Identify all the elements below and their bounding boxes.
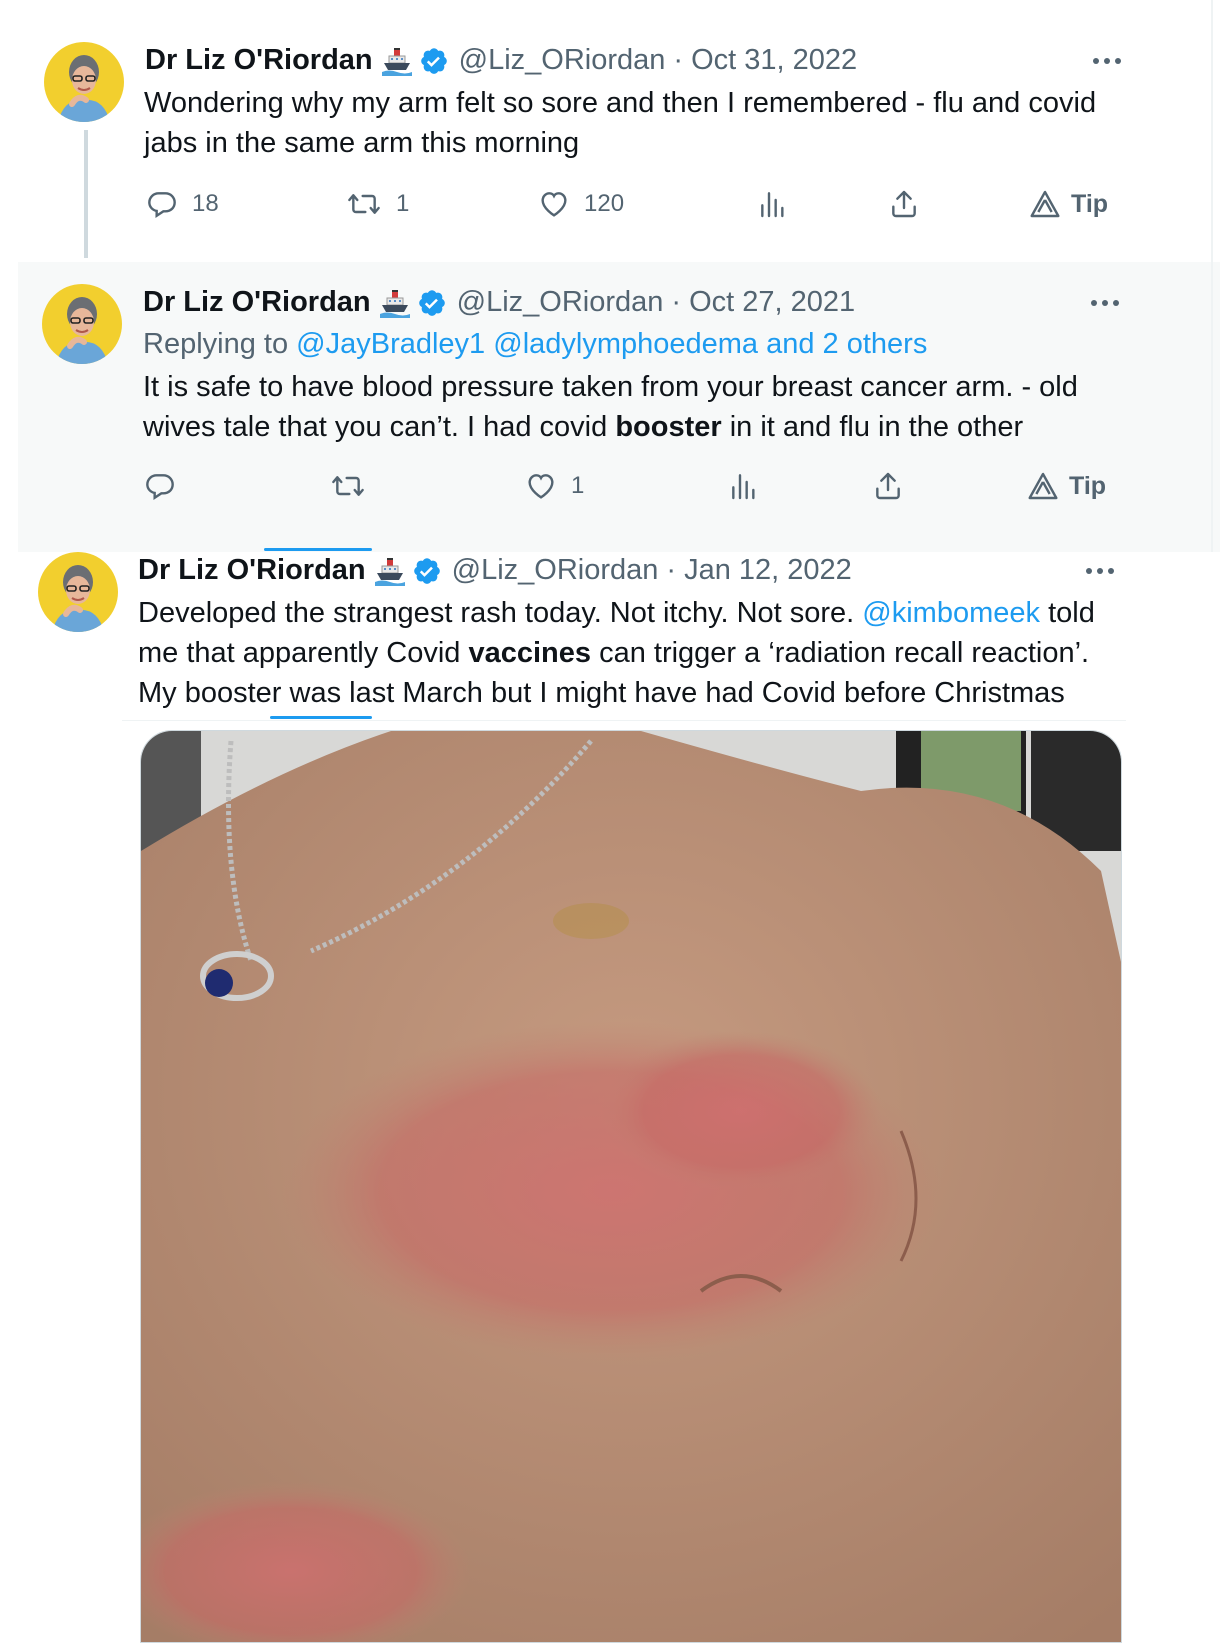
tweet-text: It is safe to have blood pressure taken … bbox=[143, 367, 1193, 447]
author-name[interactable]: Dr Liz O'Riordan bbox=[145, 44, 373, 77]
author-name[interactable]: Dr Liz O'Riordan bbox=[143, 286, 371, 319]
mention-link[interactable]: @JayBradley1 bbox=[296, 328, 485, 360]
text-segment: in it and flu in the other bbox=[721, 411, 1024, 443]
meta-separator: · bbox=[671, 286, 682, 318]
tweet-text-line: me that apparently Covid vaccines can tr… bbox=[138, 633, 1138, 673]
retweet-button[interactable] bbox=[330, 470, 366, 502]
meta-separator: · bbox=[666, 554, 677, 586]
verified-badge-icon[interactable] bbox=[412, 556, 442, 586]
tweet-date[interactable]: Oct 31, 2022 bbox=[691, 44, 857, 77]
reply-button[interactable] bbox=[144, 470, 176, 502]
author-handle[interactable]: @Liz_ORiordan bbox=[457, 286, 664, 319]
avatar[interactable] bbox=[42, 284, 122, 364]
like-count: 120 bbox=[584, 190, 625, 217]
share-icon bbox=[892, 190, 916, 218]
tweet-text-line: It is safe to have blood pressure taken … bbox=[143, 371, 1078, 403]
tip-icon bbox=[1028, 472, 1058, 500]
verified-badge-icon[interactable] bbox=[417, 288, 447, 318]
replying-to-label: Replying to bbox=[143, 328, 289, 360]
author-handle[interactable]: @Liz_ORiordan bbox=[452, 554, 659, 587]
reply-icon bbox=[148, 192, 176, 218]
text-segment: wives tale that you can’t. I had covid bbox=[143, 411, 616, 443]
verified-badge-icon[interactable] bbox=[419, 46, 449, 76]
tweet-text: Wondering why my arm felt so sore and th… bbox=[144, 87, 1097, 159]
divider bbox=[122, 720, 1126, 721]
retweet-icon bbox=[332, 476, 364, 496]
reply-icon bbox=[146, 474, 174, 500]
highlighted-term: booster bbox=[615, 411, 722, 443]
like-count: 1 bbox=[571, 472, 585, 499]
views-button[interactable] bbox=[757, 188, 789, 220]
highlighted-term: vaccines bbox=[468, 637, 592, 669]
tweet-text-line: wives tale that you can’t. I had covid b… bbox=[143, 407, 1193, 447]
selection-underline bbox=[270, 716, 372, 719]
ship-emoji-icon bbox=[381, 46, 413, 76]
tweet-text-line: My booster was last March but I might ha… bbox=[138, 677, 1065, 709]
tip-button[interactable]: Tip bbox=[1029, 188, 1108, 220]
views-icon bbox=[732, 474, 755, 500]
tweet-text: Developed the strangest rash today. Not … bbox=[138, 593, 1138, 713]
reply-button[interactable]: 18 bbox=[146, 188, 219, 220]
more-icon[interactable] bbox=[1086, 568, 1114, 574]
retweet-count: 1 bbox=[396, 190, 410, 217]
column-border bbox=[1211, 0, 1213, 560]
tweet-oct-31-2022[interactable]: Dr Liz O'Riordan @Liz_ORiordan · Oct 31,… bbox=[0, 0, 1220, 262]
mention-link[interactable]: @kimbomeek bbox=[862, 597, 1040, 629]
like-button[interactable]: 1 bbox=[525, 470, 584, 502]
views-icon bbox=[761, 192, 784, 218]
others-link[interactable]: and 2 others bbox=[766, 328, 927, 360]
tweet-date[interactable]: Jan 12, 2022 bbox=[684, 554, 852, 587]
text-segment: Developed the strangest rash today. Not … bbox=[138, 597, 863, 629]
tip-icon bbox=[1030, 190, 1060, 218]
tip-label: Tip bbox=[1071, 189, 1109, 218]
retweet-icon bbox=[348, 194, 380, 214]
heart-icon bbox=[541, 192, 567, 217]
thread-connector-line bbox=[84, 130, 88, 258]
share-icon bbox=[876, 472, 900, 500]
author-name[interactable]: Dr Liz O'Riordan bbox=[138, 554, 366, 587]
like-button[interactable]: 120 bbox=[538, 188, 624, 220]
avatar[interactable] bbox=[38, 552, 118, 632]
avatar[interactable] bbox=[44, 42, 124, 122]
share-button[interactable] bbox=[872, 470, 904, 502]
text-segment: me that apparently Covid bbox=[138, 637, 469, 669]
mention-link[interactable]: @ladylymphoedema bbox=[493, 328, 758, 360]
tweet-oct-27-2021[interactable]: Dr Liz O'Riordan @Liz_ORiordan · Oct 27,… bbox=[18, 262, 1220, 552]
tip-button[interactable]: Tip bbox=[1027, 470, 1106, 502]
ship-emoji-icon bbox=[374, 556, 406, 586]
more-icon[interactable] bbox=[1093, 58, 1121, 64]
share-button[interactable] bbox=[888, 188, 920, 220]
author-handle[interactable]: @Liz_ORiordan bbox=[459, 44, 666, 77]
retweet-button[interactable]: 1 bbox=[346, 188, 409, 220]
tip-label: Tip bbox=[1069, 471, 1107, 500]
tweet-date[interactable]: Oct 27, 2021 bbox=[689, 286, 855, 319]
text-segment: told bbox=[1040, 597, 1095, 629]
heart-icon bbox=[528, 474, 554, 499]
replying-to: Replying to @JayBradley1 @ladylymphoedem… bbox=[143, 328, 927, 361]
tweet-photo[interactable] bbox=[140, 730, 1122, 1643]
text-segment: can trigger a ‘radiation recall reaction… bbox=[591, 637, 1090, 669]
ship-emoji-icon bbox=[379, 288, 411, 318]
more-icon[interactable] bbox=[1091, 300, 1119, 306]
selection-underline bbox=[264, 548, 372, 551]
views-button[interactable] bbox=[728, 470, 760, 502]
tweet-text-line: Developed the strangest rash today. Not … bbox=[138, 593, 1138, 633]
reply-count: 18 bbox=[192, 190, 219, 217]
meta-separator: · bbox=[673, 44, 684, 76]
